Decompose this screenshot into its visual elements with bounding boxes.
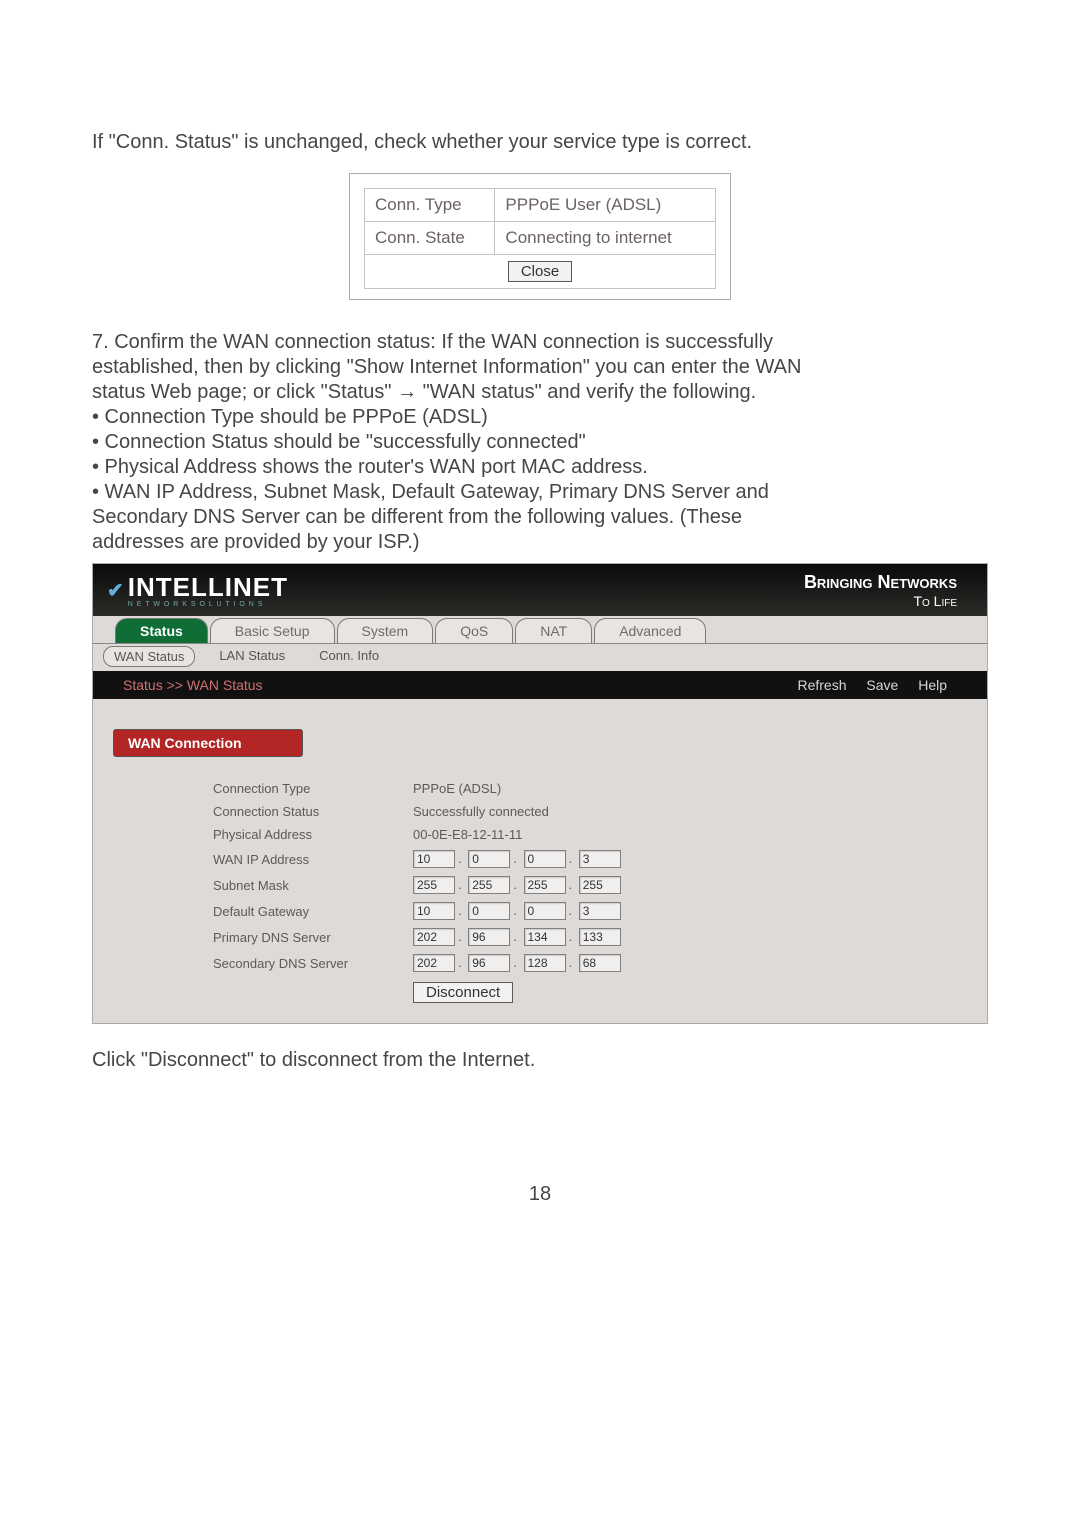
wan-ip-oct2[interactable]: 0 [468, 850, 510, 868]
wan-connection-heading: WAN Connection [113, 729, 303, 757]
save-link[interactable]: Save [866, 677, 898, 693]
check-icon: ✔ [107, 578, 124, 603]
conn-type-label: Conn. Type [365, 189, 495, 222]
tab-status[interactable]: Status [115, 618, 208, 643]
row-phys-addr-value: 00-0E-E8-12-11-11 [403, 823, 631, 846]
row-gateway-label: Default Gateway [203, 898, 403, 924]
wan-ip-oct4[interactable]: 3 [579, 850, 621, 868]
row-subnet-value: 255. 255. 255. 255 [403, 872, 631, 898]
conn-type-value: PPPoE User (ADSL) [495, 189, 716, 222]
conn-state-value: Connecting to internet [495, 222, 716, 255]
row-dns1-value: 202. 96. 134. 133 [403, 924, 631, 950]
breadcrumb: Status >> WAN Status [123, 677, 263, 693]
row-phys-addr-label: Physical Address [203, 823, 403, 846]
row-conn-type-value: PPPoE (ADSL) [403, 777, 631, 800]
tab-advanced[interactable]: Advanced [594, 618, 706, 643]
router-screenshot: ✔ INTELLINET N E T W O R K S O L U T I O… [92, 563, 988, 1024]
outro-paragraph: Click "Disconnect" to disconnect from th… [92, 1048, 988, 1073]
step7-paragraph: 7. Confirm the WAN connection status: If… [92, 330, 988, 555]
subtab-conn-info[interactable]: Conn. Info [309, 646, 389, 667]
row-conn-status-value: Successfully connected [403, 800, 631, 823]
help-link[interactable]: Help [918, 677, 947, 693]
subtab-lan-status[interactable]: LAN Status [209, 646, 295, 667]
wan-connection-table: Connection Type PPPoE (ADSL) Connection … [203, 777, 631, 1007]
page-number: 18 [92, 1183, 988, 1206]
row-gateway-value: 10. 0. 0. 3 [403, 898, 631, 924]
wan-ip-oct3[interactable]: 0 [524, 850, 566, 868]
brand-logo: ✔ INTELLINET N E T W O R K S O L U T I O… [107, 572, 288, 608]
conn-state-box: Conn. Type PPPoE User (ADSL) Conn. State… [349, 173, 731, 300]
row-subnet-label: Subnet Mask [203, 872, 403, 898]
disconnect-button[interactable]: Disconnect [413, 982, 513, 1003]
brand-slogan: Bringing Networks To Life [804, 572, 957, 609]
refresh-link[interactable]: Refresh [797, 677, 846, 693]
tab-basic-setup[interactable]: Basic Setup [210, 618, 335, 643]
tab-qos[interactable]: QoS [435, 618, 513, 643]
row-dns2-value: 202. 96. 128. 68 [403, 950, 631, 976]
row-wan-ip-label: WAN IP Address [203, 846, 403, 872]
tab-nat[interactable]: NAT [515, 618, 592, 643]
wan-ip-oct1[interactable]: 10 [413, 850, 455, 868]
row-dns1-label: Primary DNS Server [203, 924, 403, 950]
row-wan-ip-value: 10. 0. 0. 3 [403, 846, 631, 872]
conn-state-label: Conn. State [365, 222, 495, 255]
intro-paragraph: If "Conn. Status" is unchanged, check wh… [92, 130, 988, 155]
row-dns2-label: Secondary DNS Server [203, 950, 403, 976]
tab-system[interactable]: System [337, 618, 434, 643]
subtab-wan-status[interactable]: WAN Status [103, 646, 195, 667]
row-conn-status-label: Connection Status [203, 800, 403, 823]
close-button[interactable]: Close [508, 261, 572, 282]
row-conn-type-label: Connection Type [203, 777, 403, 800]
